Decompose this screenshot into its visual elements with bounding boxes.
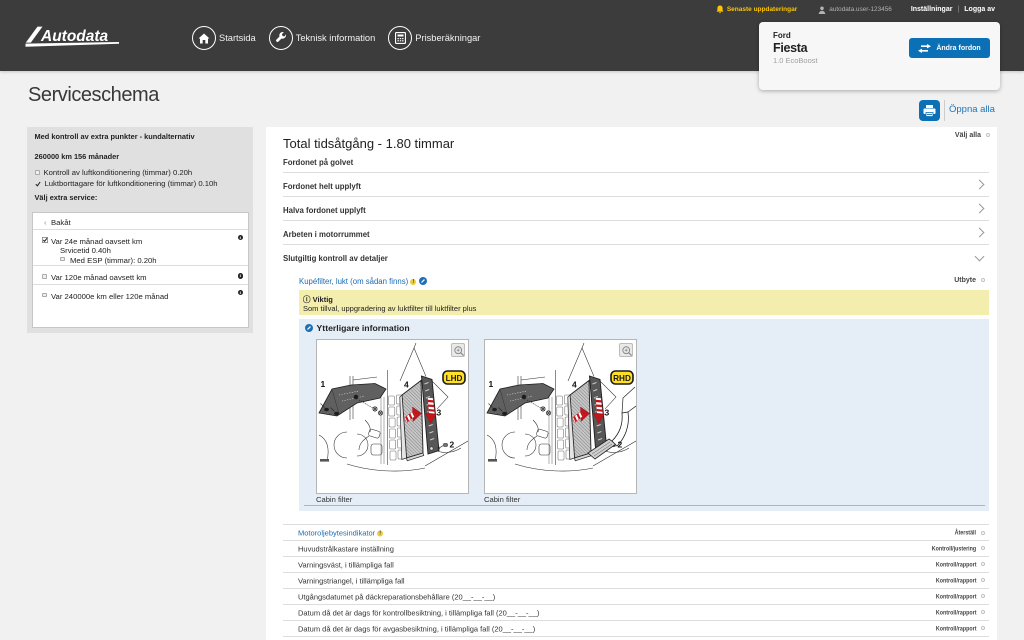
svg-text:2: 2 <box>450 440 455 450</box>
svg-text:Autodata: Autodata <box>40 28 109 45</box>
svg-text:3: 3 <box>605 408 610 418</box>
svg-text:2: 2 <box>618 440 623 450</box>
svg-text:1: 1 <box>489 379 494 389</box>
svg-text:4: 4 <box>572 380 577 390</box>
svg-text:1: 1 <box>321 379 326 389</box>
svg-text:3: 3 <box>437 408 442 418</box>
svg-text:RHD: RHD <box>613 374 631 383</box>
svg-text:LHD: LHD <box>446 374 463 383</box>
svg-text:4: 4 <box>404 380 409 390</box>
